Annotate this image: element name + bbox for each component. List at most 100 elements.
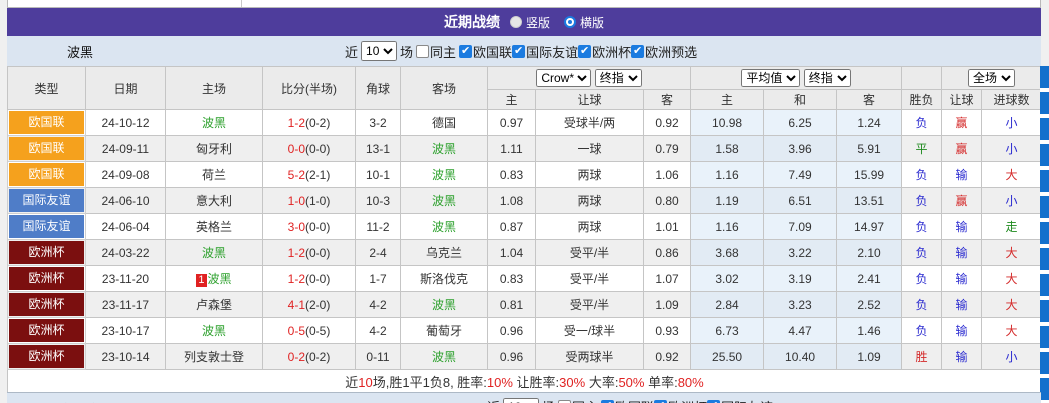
cell-result: 负 xyxy=(902,162,942,188)
cell-avg-away: 2.41 xyxy=(837,266,902,292)
cell-score: 1-2(0-0) xyxy=(263,266,356,292)
cell-avg-home: 3.02 xyxy=(691,266,764,292)
cell-away-team[interactable]: 波黑 xyxy=(401,162,488,188)
cell-corner: 2-4 xyxy=(356,240,401,266)
near-label: 近 xyxy=(345,42,358,61)
cell-goals: 小 xyxy=(982,136,1042,162)
cell-away-team[interactable]: 葡萄牙 xyxy=(401,318,488,344)
cell-handicap-result: 输 xyxy=(942,240,982,266)
header-odds-group: Crow* 终指 xyxy=(488,67,691,90)
cell-odds-away: 0.79 xyxy=(644,136,691,162)
league-checkbox-欧国联[interactable]: ✔欧国联 xyxy=(601,397,654,403)
cell-date: 24-03-22 xyxy=(86,240,166,266)
league-checkbox-欧洲预选[interactable]: ✔欧洲预选 xyxy=(631,42,697,61)
header-away: 客场 xyxy=(401,67,488,110)
recent-games-select[interactable]: 10 xyxy=(361,41,397,61)
checkbox-checked-icon[interactable]: ✔ xyxy=(631,45,644,58)
league-checkbox-国际友谊[interactable]: ✔国际友谊 xyxy=(512,42,578,61)
league-checkbox-欧国联[interactable]: ✔欧国联 xyxy=(459,42,512,61)
summary-segment: 80% xyxy=(678,375,704,390)
radio-vertical-layout[interactable]: 竖版 xyxy=(510,14,550,31)
cell-avg-draw: 6.25 xyxy=(764,110,837,136)
cell-avg-draw: 4.47 xyxy=(764,318,837,344)
same-home-checkbox-item[interactable]: 同主 xyxy=(558,397,598,403)
cell-home-team[interactable]: 波黑 xyxy=(166,110,263,136)
cell-date: 24-09-11 xyxy=(86,136,166,162)
cell-odds-home: 0.97 xyxy=(488,110,536,136)
radio-on-icon[interactable] xyxy=(564,16,576,28)
cell-away-team[interactable]: 波黑 xyxy=(401,136,488,162)
checkbox-checked-icon[interactable]: ✔ xyxy=(459,45,472,58)
league-label: 欧洲杯 xyxy=(592,42,631,61)
cell-away-team[interactable]: 斯洛伐克 xyxy=(401,266,488,292)
next-team-name-label: 匈牙利 xyxy=(62,399,101,403)
cell-odds-away: 1.09 xyxy=(644,292,691,318)
right-scrollbar[interactable] xyxy=(1040,66,1049,403)
cell-avg-home: 3.68 xyxy=(691,240,764,266)
cell-goals: 小 xyxy=(982,344,1042,370)
cell-date: 23-10-14 xyxy=(86,344,166,370)
cell-avg-home: 1.19 xyxy=(691,188,764,214)
cell-away-team[interactable]: 德国 xyxy=(401,110,488,136)
cell-avg-away: 1.09 xyxy=(837,344,902,370)
games-suffix-label: 场 xyxy=(400,42,413,61)
cell-away-team[interactable]: 波黑 xyxy=(401,344,488,370)
table-row: 欧国联 24-10-12 波黑 1-2(0-2) 3-2 德国 0.97 受球半… xyxy=(8,110,1042,136)
radio-vertical-label: 竖版 xyxy=(526,14,550,31)
cell-avg-away: 5.91 xyxy=(837,136,902,162)
scope-select[interactable]: 全场 xyxy=(968,69,1015,87)
cell-away-team[interactable]: 乌克兰 xyxy=(401,240,488,266)
cell-home-team[interactable]: 荷兰 xyxy=(166,162,263,188)
subheader-avg-away: 客 xyxy=(837,90,902,110)
recent-results-table: 类型 日期 主场 比分(半场) 角球 客场 Crow* 终指 平均值 终指 全场 xyxy=(7,66,1042,394)
cell-home-team[interactable]: 意大利 xyxy=(166,188,263,214)
cell-avg-home: 2.84 xyxy=(691,292,764,318)
cell-away-team[interactable]: 波黑 xyxy=(401,188,488,214)
cell-avg-draw: 10.40 xyxy=(764,344,837,370)
cell-avg-away: 2.52 xyxy=(837,292,902,318)
league-label: 欧国联 xyxy=(473,42,512,61)
table-row: 国际友谊 24-06-04 英格兰 3-0(0-0) 11-2 波黑 0.87 … xyxy=(8,214,1042,240)
league-label: 欧洲预选 xyxy=(645,42,697,61)
cell-avg-home: 1.16 xyxy=(691,162,764,188)
radio-horizontal-layout[interactable]: 横版 xyxy=(564,14,604,31)
cell-home-team[interactable]: 英格兰 xyxy=(166,214,263,240)
cell-away-team[interactable]: 波黑 xyxy=(401,292,488,318)
checkbox-unchecked-icon[interactable] xyxy=(416,45,429,58)
league-checkbox-欧洲杯[interactable]: ✔欧洲杯 xyxy=(578,42,631,61)
previous-table-clipped-row xyxy=(7,0,1041,8)
cell-away-team[interactable]: 波黑 xyxy=(401,214,488,240)
cell-home-team[interactable]: 波黑 xyxy=(166,318,263,344)
cell-home-team[interactable]: 卢森堡 xyxy=(166,292,263,318)
same-home-checkbox-item[interactable]: 同主 xyxy=(416,42,456,61)
avg-select[interactable]: 平均值 xyxy=(741,69,800,87)
cell-corner: 4-2 xyxy=(356,318,401,344)
odds-stage-select-left[interactable]: 终指 xyxy=(595,69,642,87)
cell-result: 负 xyxy=(902,240,942,266)
cell-odds-away: 0.80 xyxy=(644,188,691,214)
cell-home-team[interactable]: 匈牙利 xyxy=(166,136,263,162)
cell-home-team[interactable]: 波黑 xyxy=(166,240,263,266)
cell-odds-away: 0.86 xyxy=(644,240,691,266)
cell-home-team[interactable]: 列支敦士登 xyxy=(166,344,263,370)
radio-off-icon[interactable] xyxy=(510,16,522,28)
cell-league-type: 欧洲杯 xyxy=(8,292,86,318)
odds-stage-select-right[interactable]: 终指 xyxy=(804,69,851,87)
cell-score: 1-2(0-2) xyxy=(263,110,356,136)
checkbox-checked-icon[interactable]: ✔ xyxy=(512,45,525,58)
league-checkbox-欧洲杯[interactable]: ✔欧洲杯 xyxy=(654,397,707,403)
header-corner: 角球 xyxy=(356,67,401,110)
cell-handicap-result: 赢 xyxy=(942,136,982,162)
table-row: 欧洲杯 23-10-14 列支敦士登 0-2(0-2) 0-11 波黑 0.96… xyxy=(8,344,1042,370)
checkbox-checked-icon[interactable]: ✔ xyxy=(578,45,591,58)
cell-league-type: 欧洲杯 xyxy=(8,240,86,266)
cell-avg-away: 1.46 xyxy=(837,318,902,344)
cell-league-type: 欧国联 xyxy=(8,162,86,188)
cell-avg-draw: 3.96 xyxy=(764,136,837,162)
cell-home-team[interactable]: 1波黑 xyxy=(166,266,263,292)
cell-handicap-result: 赢 xyxy=(942,188,982,214)
odds-company-select[interactable]: Crow* xyxy=(536,69,591,87)
recent-games-select[interactable]: 10 xyxy=(503,398,539,403)
league-checkbox-国际友谊[interactable]: ✔国际友谊 xyxy=(707,397,773,403)
next-section-clipped-bar: 匈牙利 近 10 场 同主 ✔欧国联✔欧洲杯✔国际友谊 xyxy=(7,392,1041,403)
